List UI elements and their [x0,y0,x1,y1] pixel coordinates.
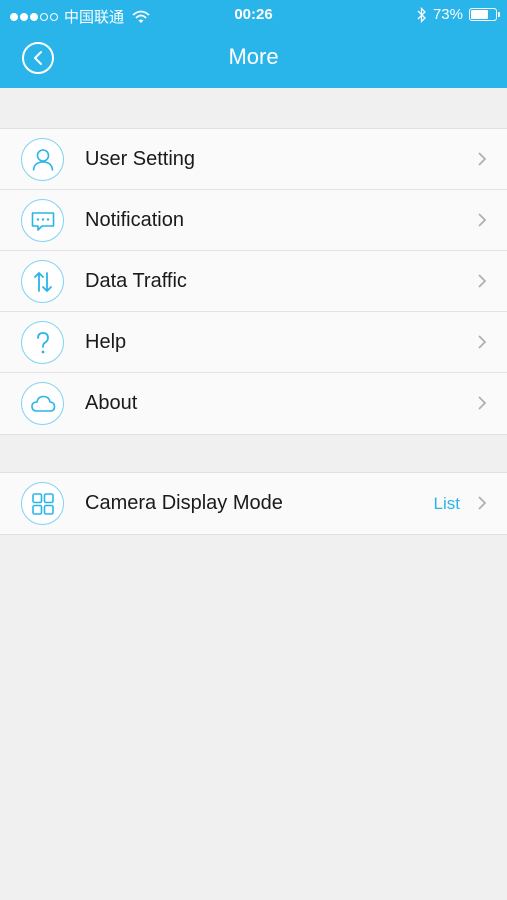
menu-item-label: Data Traffic [85,269,187,292]
up-down-arrows-icon [21,260,64,303]
grid-icon [21,482,64,525]
chevron-right-icon [478,274,487,288]
battery-fill [471,10,488,19]
menu-item-label: User Setting [85,147,196,170]
menu-item-camera-display-mode[interactable]: Camera Display Mode List [0,473,507,534]
menu-item-user-setting[interactable]: User Setting [0,129,507,190]
chevron-right-icon [478,335,487,349]
user-icon [21,138,64,181]
question-icon [21,321,64,364]
menu-item-about[interactable]: About [0,373,507,434]
message-icon [21,199,64,242]
page-title: More [228,44,279,69]
menu-item-label: Notification [85,208,184,231]
menu-group: User Setting Notification Data Traffic H… [0,128,507,435]
display-group: Camera Display Mode List [0,472,507,535]
cloud-icon [21,382,64,425]
menu-item-label: Help [85,330,127,353]
chevron-right-icon [478,152,487,166]
chevron-right-icon [478,396,487,410]
chevron-right-icon [478,496,487,510]
menu-item-help[interactable]: Help [0,312,507,373]
battery-percent: 73% [432,6,463,23]
chevron-right-icon [478,213,487,227]
nav-bar: More [0,30,507,88]
bluetooth-icon [417,6,426,23]
battery-icon [469,8,500,21]
status-right: 73% [417,6,500,23]
menu-item-notification[interactable]: Notification [0,190,507,251]
display-mode-label: Camera Display Mode [85,492,283,514]
app-header: 中国联通 00:26 73% More [0,0,507,88]
menu-item-label: About [85,392,138,414]
status-bar: 中国联通 00:26 73% [0,0,507,30]
menu-item-data-traffic[interactable]: Data Traffic [0,251,507,312]
display-mode-value: List [433,493,460,513]
